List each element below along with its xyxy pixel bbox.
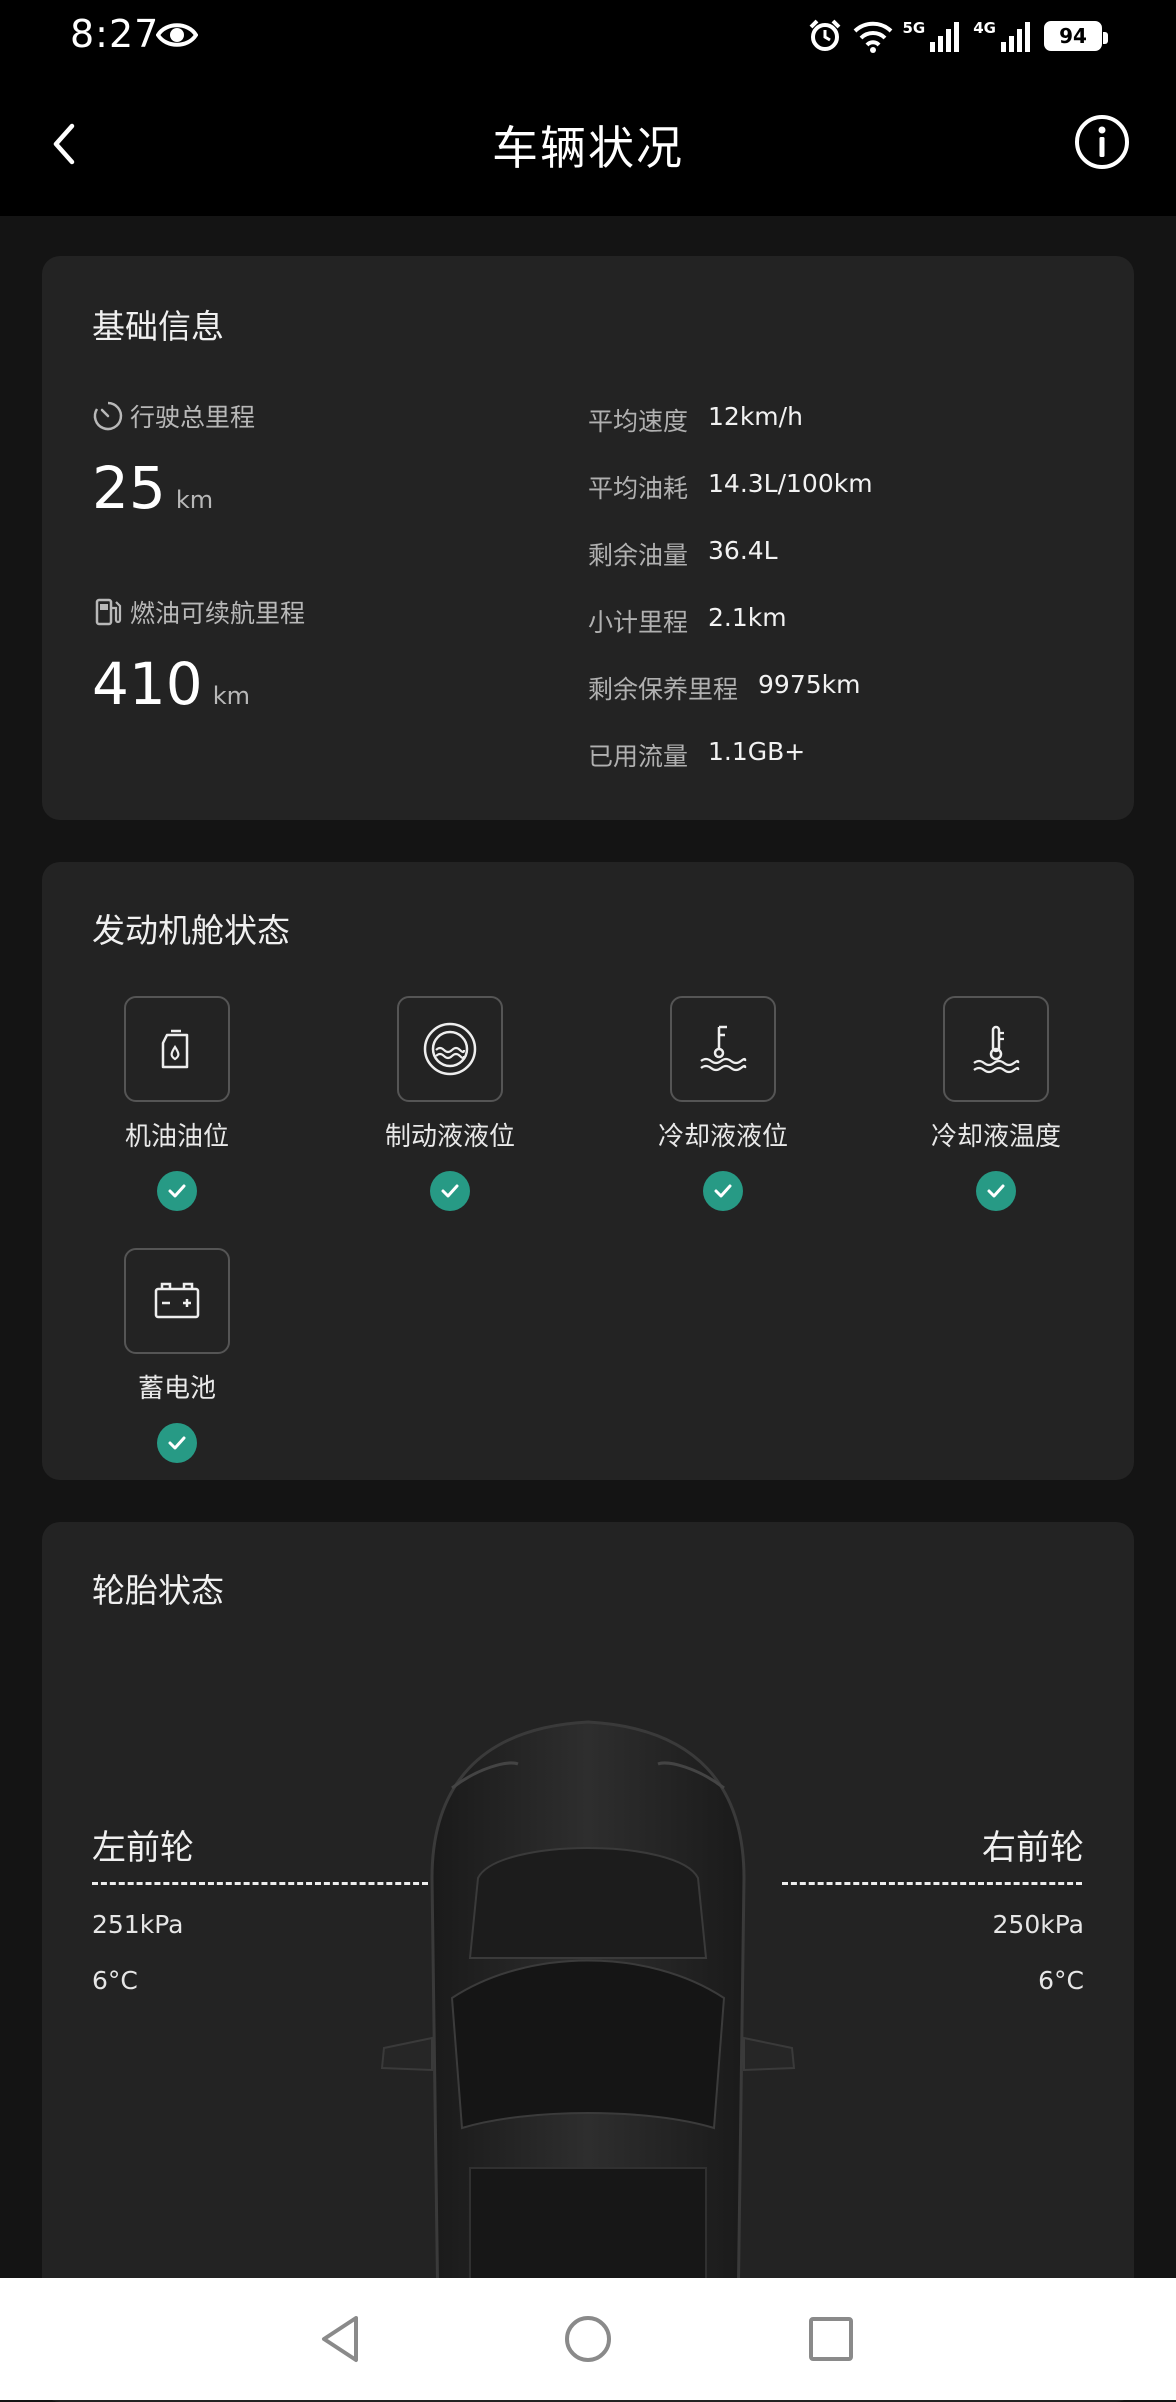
nav-back-icon[interactable] — [316, 2312, 366, 2366]
info-value: 9975km — [758, 670, 861, 699]
engine-item-label: 冷却液液位 — [657, 1122, 788, 1152]
info-value: 14.3L/100km — [708, 469, 873, 498]
range-number: 410 — [92, 650, 203, 718]
status-icons: 5G 4G 94 — [807, 14, 1108, 58]
total-mileage-label: 行驶总里程 — [92, 398, 255, 434]
system-nav-bar — [0, 2278, 1176, 2400]
range-label: 燃油可续航里程 — [92, 594, 305, 630]
info-key: 剩余保养里程 — [588, 675, 739, 704]
coolant-level-icon — [670, 996, 776, 1102]
total-mileage-number: 25 — [92, 454, 166, 522]
front-left-pressure: 251kPa — [92, 1910, 184, 1939]
page-title: 车辆状况 — [492, 121, 684, 175]
check-icon — [157, 1423, 197, 1463]
check-icon — [703, 1171, 743, 1211]
fuel-pump-icon — [95, 598, 122, 626]
app-header: 车辆状况 — [0, 72, 1176, 216]
engine-item-label: 冷却液温度 — [930, 1122, 1061, 1152]
range-value: 410 km — [92, 650, 250, 718]
engine-item-label: 机油油位 — [124, 1122, 229, 1152]
odometer-icon — [93, 401, 123, 431]
info-row: 平均速度 12km/h — [588, 402, 803, 438]
engine-item-coolant-level[interactable]: 冷却液液位 — [623, 996, 823, 1211]
signal-icon — [1001, 22, 1030, 52]
front-left-temperature: 6°C — [92, 1966, 138, 1995]
signal-icon — [930, 22, 960, 52]
info-key: 平均油耗 — [588, 474, 689, 503]
check-icon — [157, 1171, 197, 1211]
oil-level-icon — [124, 996, 230, 1102]
nav-recents-icon[interactable] — [806, 2314, 856, 2364]
car-top-view — [380, 1720, 796, 2318]
card-title: 基础信息 — [92, 307, 224, 346]
status-time: 8:27 — [70, 12, 160, 56]
front-right-pressure: 250kPa — [992, 1910, 1084, 1939]
range-unit: km — [212, 682, 250, 710]
info-key: 已用流量 — [588, 742, 689, 771]
check-icon — [430, 1171, 470, 1211]
engine-item-coolant-temperature[interactable]: 冷却液温度 — [896, 996, 1096, 1211]
info-row: 小计里程 2.1km — [588, 603, 787, 639]
info-key: 平均速度 — [588, 407, 689, 436]
info-icon[interactable] — [1072, 112, 1132, 172]
info-value: 2.1km — [708, 603, 787, 632]
engine-item-label: 制动液液位 — [384, 1122, 515, 1152]
total-mileage-unit: km — [175, 486, 214, 514]
tire-status-card: 轮胎状态 左前轮 251kPa 6°C 右前轮 250kPa 6°C — [42, 1522, 1134, 2402]
nav-home-icon[interactable] — [561, 2312, 615, 2366]
coolant-temperature-icon — [943, 996, 1049, 1102]
check-icon — [976, 1171, 1016, 1211]
basic-info-card: 基础信息 行驶总里程 25 km 燃油可续航里程 410 km 平均速度 12km/… — [42, 256, 1134, 820]
info-row: 剩余保养里程 9975km — [588, 670, 860, 706]
engine-status-card: 发动机舱状态 机油油位 制动液液位 冷却液液位 冷却液温度 蓄电池 — [42, 862, 1134, 1480]
info-key: 小计里程 — [588, 608, 689, 637]
engine-item-battery[interactable]: 蓄电池 — [77, 1248, 277, 1463]
network-label-5g: 5G — [902, 19, 926, 37]
info-value: 1.1GB+ — [708, 737, 806, 766]
front-right-leader-line — [782, 1882, 1082, 1885]
engine-item-oil-level[interactable]: 机油油位 — [77, 996, 277, 1211]
battery-level: 94 — [1059, 24, 1087, 48]
status-bar: 8:27 5G 4G 94 — [0, 0, 1176, 72]
engine-item-brake-fluid[interactable]: 制动液液位 — [350, 996, 550, 1211]
front-left-leader-line — [92, 1882, 428, 1885]
brake-fluid-icon — [397, 996, 503, 1102]
alarm-icon — [809, 19, 840, 51]
front-right-temperature: 6°C — [1038, 1966, 1084, 1995]
total-mileage-value: 25 km — [92, 454, 213, 522]
front-right-tire-label: 右前轮 — [982, 1828, 1084, 1868]
info-row: 已用流量 1.1GB+ — [588, 737, 805, 773]
card-title: 轮胎状态 — [92, 1571, 224, 1610]
front-left-tire-label: 左前轮 — [92, 1828, 194, 1868]
info-value: 12km/h — [708, 402, 803, 431]
network-label-4g: 4G — [973, 19, 996, 37]
info-row: 平均油耗 14.3L/100km — [588, 469, 873, 505]
battery-indicator: 94 — [1044, 21, 1108, 51]
wifi-icon — [853, 21, 892, 53]
info-key: 剩余油量 — [588, 541, 689, 570]
card-title: 发动机舱状态 — [92, 911, 290, 950]
eye-icon — [156, 23, 198, 47]
range-label-text: 燃油可续航里程 — [130, 599, 306, 628]
info-value: 36.4L — [708, 536, 778, 565]
info-row: 剩余油量 36.4L — [588, 536, 778, 572]
engine-item-label: 蓄电池 — [137, 1374, 216, 1404]
total-mileage-label-text: 行驶总里程 — [130, 403, 256, 432]
battery-icon — [124, 1248, 230, 1354]
